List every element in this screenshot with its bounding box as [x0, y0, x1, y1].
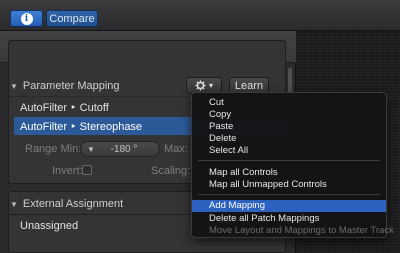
external-assignment-header[interactable]: ▼ External Assignment	[10, 198, 123, 210]
external-assignment-title: External Assignment	[22, 198, 124, 210]
compare-button[interactable]: Compare	[46, 10, 98, 27]
external-assignment-value[interactable]: Unassigned	[20, 220, 78, 232]
gear-context-menu: Cut Copy Paste Delete Select All Map all…	[191, 92, 394, 238]
info-icon: i	[20, 12, 33, 25]
range-min-label: Range Min:	[25, 143, 82, 155]
menu-separator	[198, 194, 380, 195]
menu-item-delete[interactable]: Delete	[192, 133, 386, 144]
chevron-down-icon: ▾	[208, 81, 213, 90]
gear-icon	[195, 80, 206, 91]
menu-item-map-all-controls[interactable]: Map all Controls	[192, 167, 386, 178]
menu-item-copy[interactable]: Copy	[192, 109, 386, 120]
parameter-mapping-header[interactable]: ▼ Parameter Mapping	[10, 80, 120, 92]
menu-item-map-all-unmapped-controls[interactable]: Map all Unmapped Controls	[192, 179, 386, 190]
menu-item-select-all[interactable]: Select All	[192, 145, 386, 156]
range-min-stepper[interactable]: ▼ -180 °	[80, 141, 160, 157]
menu-item-paste[interactable]: Paste	[192, 121, 386, 132]
invert-label: Invert:	[52, 165, 83, 177]
range-min-value: -180 °	[110, 143, 138, 155]
menu-item-delete-all-patch-mappings[interactable]: Delete all Patch Mappings	[192, 213, 386, 224]
mapping-row-label: AutoFilter ‣ Stereophase	[20, 120, 143, 133]
disclosure-triangle-icon: ▼	[10, 199, 18, 209]
top-toolbar: i Compare	[0, 0, 400, 31]
menu-item-add-mapping[interactable]: Add Mapping	[192, 200, 386, 212]
menu-separator	[198, 160, 380, 161]
menu-item-cut[interactable]: Cut	[192, 97, 386, 108]
chevron-left-icon[interactable]: ▼	[87, 145, 95, 154]
invert-checkbox[interactable]	[82, 165, 92, 175]
parameter-mapping-title: Parameter Mapping	[22, 80, 120, 92]
range-max-label: Max:	[164, 143, 188, 155]
disclosure-triangle-icon: ▼	[10, 81, 18, 91]
info-button[interactable]: i	[10, 10, 43, 27]
mapping-row-label: AutoFilter ‣ Cutoff	[20, 101, 109, 114]
menu-item-move-layout: Move Layout and Mappings to Master Track	[209, 225, 394, 236]
scaling-label: Scaling:	[151, 165, 191, 177]
